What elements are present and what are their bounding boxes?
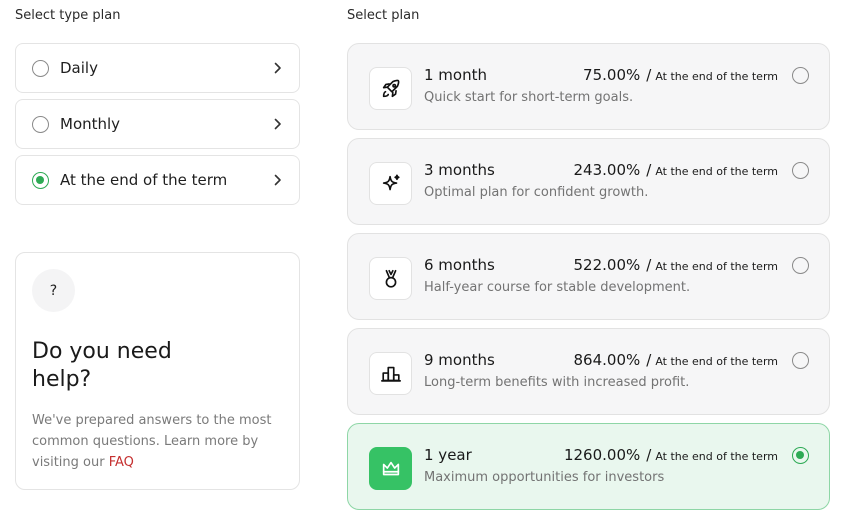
plan-name: 9 months [424,351,495,369]
rate-value: 243.00% [573,161,641,179]
select-type-plan-title: Select type plan [15,8,121,23]
rate-note: At the end of the term [655,70,778,83]
rate-separator: / [646,66,652,84]
rate-note: At the end of the term [655,450,778,463]
plan-radio-9-months[interactable] [792,352,809,369]
question-icon: ? [32,269,75,312]
rate-note: At the end of the term [655,355,778,368]
rate-separator: / [646,256,652,274]
select-plan-title: Select plan [347,8,420,23]
rocket-icon [369,67,412,110]
crown-icon [369,447,412,490]
plan-description: Long-term benefits with increased profit… [424,375,690,390]
plan-rate: 522.00% / At the end of the term [574,256,779,274]
rate-value: 864.00% [573,351,641,369]
help-text-body: We've prepared answers to the most commo… [32,413,272,470]
radio-daily[interactable] [32,59,49,77]
plan-name: 6 months [424,256,495,274]
plan-name: 1 month [424,66,487,84]
type-option-label: Daily [60,59,98,77]
type-option-label: At the end of the term [60,171,228,189]
rate-value: 75.00% [583,66,641,84]
help-card: ? Do you need help? We've prepared answe… [15,252,300,490]
plan-card-6-months[interactable]: 6 months Half-year course for stable dev… [347,233,830,320]
plan-card-1-year[interactable]: 1 year Maximum opportunities for investo… [347,423,830,510]
plan-radio-1-year[interactable] [792,447,809,464]
type-option-label: Monthly [60,115,121,133]
chevron-right-icon [271,117,285,131]
plan-radio-6-months[interactable] [792,257,809,274]
plan-rate: 1260.00% / At the end of the term [564,446,778,464]
plan-card-9-months[interactable]: 9 months Long-term benefits with increas… [347,328,830,415]
type-option-end-of-term[interactable]: At the end of the term [15,155,300,205]
sparkle-icon [369,162,412,205]
plan-rate: 864.00% / At the end of the term [574,351,779,369]
chevron-right-icon [271,61,285,75]
type-option-daily[interactable]: Daily [15,43,300,93]
plan-name: 1 year [424,446,472,464]
rate-separator: / [646,446,652,464]
plan-description: Maximum opportunities for investors [424,470,665,485]
plan-radio-3-months[interactable] [792,162,809,179]
plan-description: Half-year course for stable development. [424,280,691,295]
help-title: Do you need help? [32,339,172,392]
plan-card-1-month[interactable]: 1 month Quick start for short-term goals… [347,43,830,130]
rate-note: At the end of the term [655,165,778,178]
radio-end-of-term[interactable] [32,171,49,189]
rate-separator: / [646,161,652,179]
plan-rate: 243.00% / At the end of the term [574,161,779,179]
chevron-right-icon [271,173,285,187]
rate-note: At the end of the term [655,260,778,273]
type-option-monthly[interactable]: Monthly [15,99,300,149]
rate-separator: / [646,351,652,369]
plan-radio-1-month[interactable] [792,67,809,84]
medal-icon [369,257,412,300]
podium-icon [369,352,412,395]
plan-description: Optimal plan for confident growth. [424,185,649,200]
plan-card-3-months[interactable]: 3 months Optimal plan for confident grow… [347,138,830,225]
plan-name: 3 months [424,161,495,179]
rate-value: 522.00% [573,256,641,274]
faq-link[interactable]: FAQ [109,455,134,470]
radio-monthly[interactable] [32,115,49,133]
rate-value: 1260.00% [563,446,641,464]
plan-description: Quick start for short-term goals. [424,90,634,105]
plan-rate: 75.00% / At the end of the term [583,66,778,84]
help-text: We've prepared answers to the most commo… [32,410,283,473]
